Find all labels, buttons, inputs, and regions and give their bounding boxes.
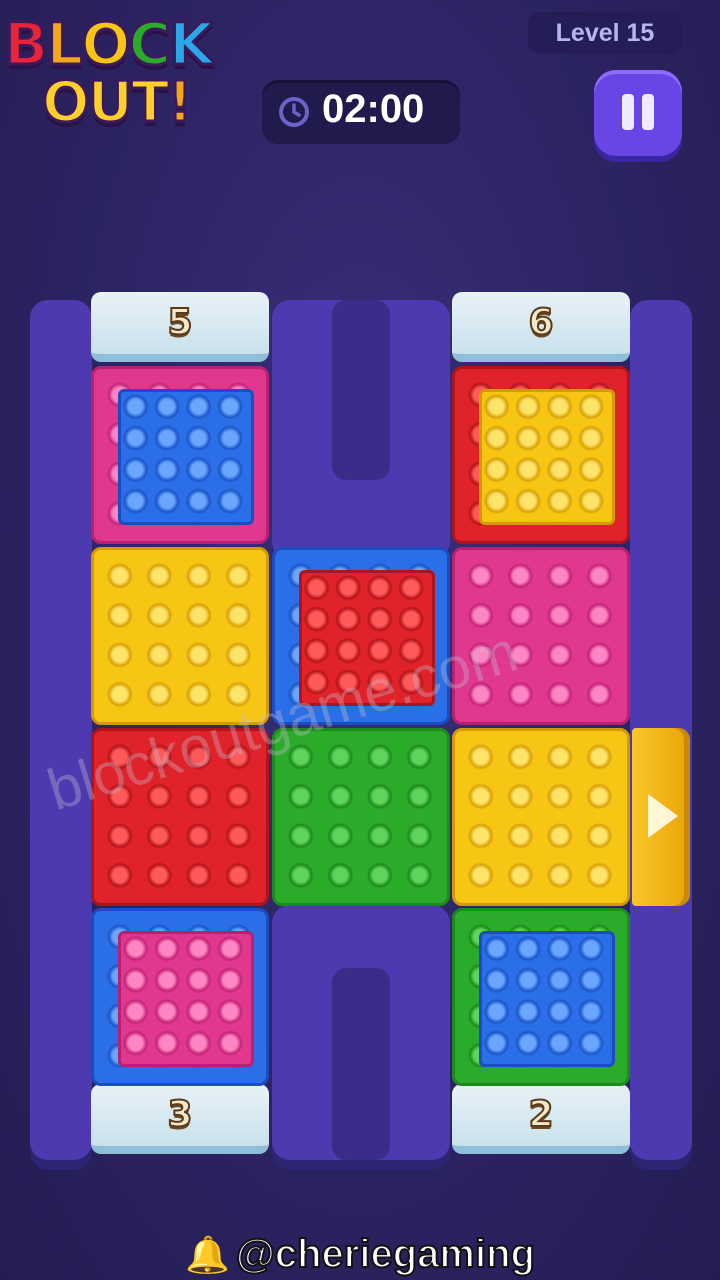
gate-top-left: 5 bbox=[91, 292, 269, 362]
inner-block-blue bbox=[479, 931, 615, 1067]
center-notch-bottom bbox=[332, 968, 390, 1160]
block-studs bbox=[484, 394, 610, 520]
footer: 🔔 @cheriegaming bbox=[0, 1231, 720, 1280]
gate-count: 2 bbox=[527, 1093, 554, 1136]
channel-handle: @cheriegaming bbox=[235, 1231, 536, 1277]
block-studs bbox=[123, 394, 249, 520]
inner-block-pink bbox=[118, 931, 254, 1067]
block-studs bbox=[285, 741, 443, 899]
gate-count: 5 bbox=[166, 301, 193, 344]
board-wall-left bbox=[30, 300, 92, 1160]
gate-bottom-right: 2 bbox=[452, 1084, 630, 1154]
gate-top-right: 6 bbox=[452, 292, 630, 362]
block-studs bbox=[465, 741, 623, 899]
block-blue-with-pink[interactable] bbox=[91, 908, 269, 1086]
gate-bottom-left: 3 bbox=[91, 1084, 269, 1154]
gate-count: 3 bbox=[166, 1093, 193, 1136]
block-red-with-yellow[interactable] bbox=[452, 366, 630, 544]
center-notch-top bbox=[332, 300, 390, 480]
block-green[interactable] bbox=[272, 728, 450, 906]
block-pink-with-blue[interactable] bbox=[91, 366, 269, 544]
inner-block-blue bbox=[118, 389, 254, 525]
block-studs bbox=[104, 560, 262, 718]
block-studs bbox=[484, 936, 610, 1062]
inner-block-yellow bbox=[479, 389, 615, 525]
gate-count: 6 bbox=[527, 301, 554, 344]
play-arrow-icon bbox=[648, 794, 678, 838]
side-exit-gate bbox=[632, 728, 690, 906]
game-board: 5 6 3 2 bbox=[0, 0, 720, 1280]
bell-icon: 🔔 bbox=[185, 1234, 230, 1276]
block-yellow[interactable] bbox=[452, 728, 630, 906]
block-studs bbox=[123, 936, 249, 1062]
block-green-with-blue[interactable] bbox=[452, 908, 630, 1086]
